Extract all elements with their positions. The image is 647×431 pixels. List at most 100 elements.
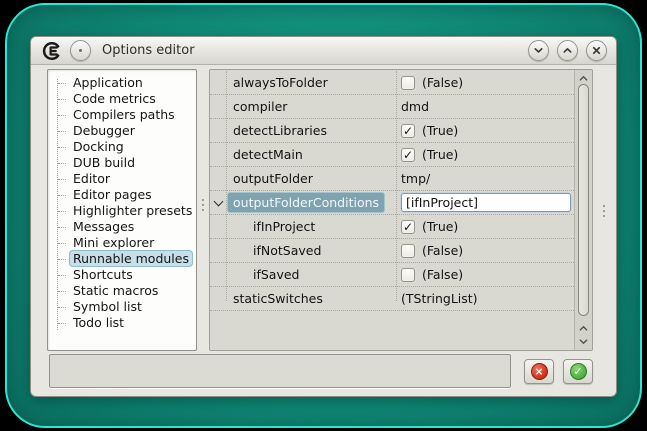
sidebar-item-label: Editor bbox=[69, 170, 114, 187]
sidebar-item-messages[interactable]: Messages bbox=[48, 219, 196, 235]
checkbox-checked[interactable]: ✓ bbox=[401, 148, 415, 162]
property-row-compiler[interactable]: compiler dmd bbox=[210, 95, 574, 119]
grid-right-splitter-handle[interactable] bbox=[602, 205, 605, 217]
property-value: (False) bbox=[396, 75, 574, 90]
sidebar-item-debugger[interactable]: Debugger bbox=[48, 123, 196, 139]
check-icon: ✓ bbox=[403, 125, 413, 137]
scrollbar-thumb[interactable] bbox=[578, 84, 589, 316]
property-value: (False) bbox=[396, 267, 574, 282]
property-name: ifInProject bbox=[226, 219, 396, 234]
sidebar-item-label: Debugger bbox=[69, 122, 139, 139]
grid-scrollbar[interactable] bbox=[574, 70, 592, 350]
checkbox-unchecked[interactable] bbox=[401, 268, 415, 282]
maximize-button[interactable] bbox=[557, 40, 578, 61]
close-icon bbox=[591, 45, 602, 56]
sidebar-item-editor[interactable]: Editor bbox=[48, 171, 196, 187]
property-row-staticSwitches[interactable]: staticSwitches (TStringList) bbox=[210, 287, 574, 311]
checkbox-unchecked[interactable] bbox=[401, 76, 415, 90]
window-menu-dot-icon bbox=[79, 49, 82, 52]
cancel-cross-icon: × bbox=[531, 363, 548, 380]
checkbox-unchecked[interactable] bbox=[401, 244, 415, 258]
sidebar-splitter-handle[interactable] bbox=[201, 199, 204, 211]
property-name: compiler bbox=[226, 99, 396, 114]
collapse-chevron-icon[interactable] bbox=[213, 196, 223, 206]
property-value bbox=[396, 193, 574, 212]
property-row-detectLibraries[interactable]: detectLibraries ✓ (True) bbox=[210, 119, 574, 143]
cancel-button[interactable]: × bbox=[524, 359, 554, 384]
close-button[interactable] bbox=[586, 40, 607, 61]
value-text: dmd bbox=[401, 99, 429, 114]
value-text: (True) bbox=[422, 123, 458, 138]
sidebar-item-runnable-modules[interactable]: Runnable modules bbox=[48, 251, 196, 267]
chevron-down-icon bbox=[533, 45, 544, 56]
category-list: Application Code metrics Compilers paths… bbox=[47, 69, 197, 351]
row-gutter bbox=[210, 201, 226, 205]
property-name: ifNotSaved bbox=[226, 243, 396, 258]
accept-button[interactable]: ✓ bbox=[563, 359, 593, 384]
sidebar-item-label: Application bbox=[69, 74, 147, 91]
value-text: (False) bbox=[422, 75, 463, 90]
sidebar-item-label: Docking bbox=[69, 138, 128, 155]
sidebar-item-symbol-list[interactable]: Symbol list bbox=[48, 299, 196, 315]
sidebar-item-docking[interactable]: Docking bbox=[48, 139, 196, 155]
property-grid: alwaysToFolder (False) compiler dmd dete… bbox=[209, 69, 593, 351]
property-row-detectMain[interactable]: detectMain ✓ (True) bbox=[210, 143, 574, 167]
scroll-down-icon[interactable] bbox=[575, 335, 592, 347]
property-value: ✓ (True) bbox=[396, 219, 574, 234]
sidebar-item-application[interactable]: Application bbox=[48, 75, 196, 91]
property-value: (TStringList) bbox=[396, 291, 574, 306]
value-text: (True) bbox=[422, 219, 458, 234]
sidebar-item-static-macros[interactable]: Static macros bbox=[48, 283, 196, 299]
titlebar[interactable]: Options editor bbox=[31, 37, 616, 65]
sidebar-item-label: Runnable modules bbox=[69, 250, 193, 267]
value-text: (True) bbox=[422, 147, 458, 162]
sidebar-item-label: Mini explorer bbox=[69, 234, 158, 251]
property-name: staticSwitches bbox=[226, 291, 396, 306]
sidebar-item-label: DUB build bbox=[69, 154, 139, 171]
property-name: detectMain bbox=[226, 147, 396, 162]
coedit-app-icon[interactable] bbox=[40, 40, 62, 62]
value-text: (False) bbox=[422, 267, 463, 282]
check-icon: ✓ bbox=[403, 149, 413, 161]
property-row-ifNotSaved[interactable]: ifNotSaved (False) bbox=[210, 239, 574, 263]
property-name: outputFolder bbox=[226, 171, 396, 186]
scroll-up-icon[interactable] bbox=[575, 72, 592, 84]
sidebar-item-shortcuts[interactable]: Shortcuts bbox=[48, 267, 196, 283]
property-row-outputFolder[interactable]: outputFolder tmp/ bbox=[210, 167, 574, 191]
checkbox-checked[interactable]: ✓ bbox=[401, 124, 415, 138]
sidebar-item-code-metrics[interactable]: Code metrics bbox=[48, 91, 196, 107]
sidebar-item-compilers-paths[interactable]: Compilers paths bbox=[48, 107, 196, 123]
property-value: tmp/ bbox=[396, 171, 574, 186]
property-row-outputFolderConditions[interactable]: outputFolderConditions bbox=[210, 191, 574, 215]
sidebar-item-label: Static macros bbox=[69, 282, 162, 299]
property-row-alwaysToFolder[interactable]: alwaysToFolder (False) bbox=[210, 71, 574, 95]
property-value: dmd bbox=[396, 99, 574, 114]
window-menu-button[interactable] bbox=[70, 40, 91, 61]
minimize-button[interactable] bbox=[528, 40, 549, 61]
options-editor-window: Options editor Application Code metrics … bbox=[30, 36, 617, 397]
sidebar-item-label: Shortcuts bbox=[69, 266, 137, 283]
value-edit-input[interactable] bbox=[401, 193, 571, 212]
sidebar-item-label: Highlighter presets bbox=[69, 202, 196, 219]
chevron-up-icon bbox=[562, 45, 573, 56]
property-row-ifSaved[interactable]: ifSaved (False) bbox=[210, 263, 574, 287]
sidebar-item-label: Compilers paths bbox=[69, 106, 179, 123]
scroll-up-icon-bottom[interactable] bbox=[575, 322, 592, 334]
sidebar-item-label: Symbol list bbox=[69, 298, 146, 315]
sidebar-item-dub-build[interactable]: DUB build bbox=[48, 155, 196, 171]
checkbox-checked[interactable]: ✓ bbox=[401, 220, 415, 234]
value-text: (TStringList) bbox=[401, 291, 478, 306]
sidebar-item-todo-list[interactable]: Todo list bbox=[48, 315, 196, 331]
sidebar-item-label: Todo list bbox=[69, 314, 128, 331]
sidebar-item-label: Code metrics bbox=[69, 90, 160, 107]
property-row-ifInProject[interactable]: ifInProject ✓ (True) bbox=[210, 215, 574, 239]
property-value: ✓ (True) bbox=[396, 123, 574, 138]
sidebar-item-editor-pages[interactable]: Editor pages bbox=[48, 187, 196, 203]
property-name: outputFolderConditions bbox=[226, 192, 396, 213]
sidebar-item-highlighter-presets[interactable]: Highlighter presets bbox=[48, 203, 196, 219]
sidebar-item-mini-explorer[interactable]: Mini explorer bbox=[48, 235, 196, 251]
sidebar-item-label: Editor pages bbox=[69, 186, 156, 203]
accept-check-icon: ✓ bbox=[570, 363, 587, 380]
property-name: ifSaved bbox=[226, 267, 396, 282]
sidebar-item-label: Messages bbox=[69, 218, 138, 235]
